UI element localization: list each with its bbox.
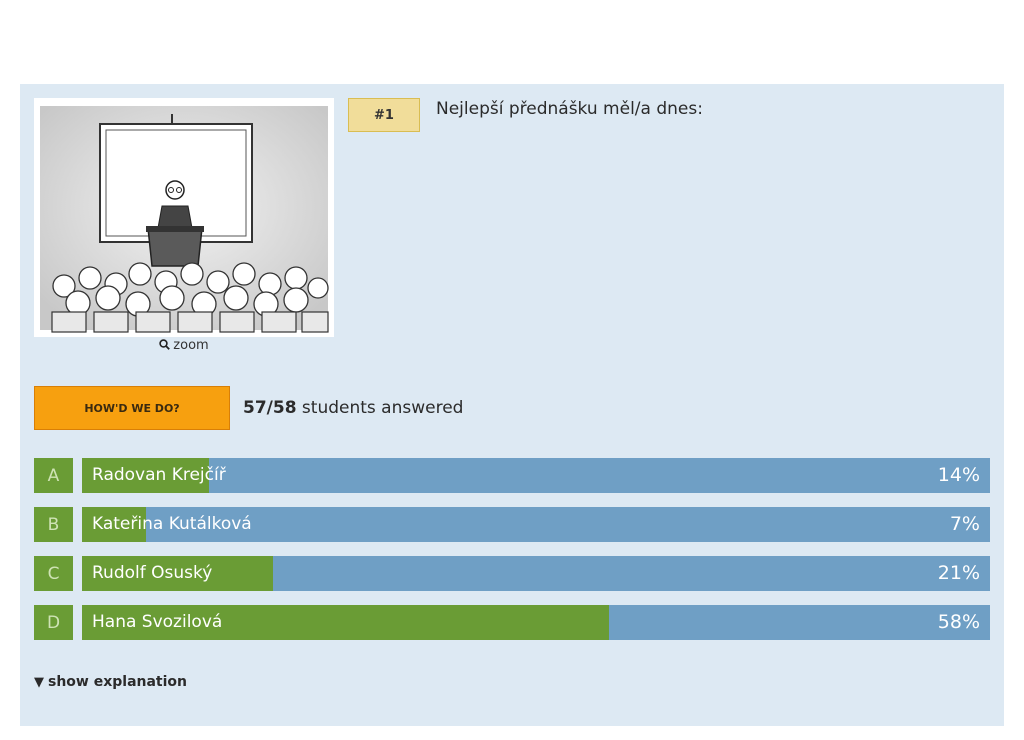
show-explanation-label: show explanation	[48, 674, 188, 690]
option-bar: Hana Svozilová 58%	[82, 605, 990, 640]
howd-we-do-button[interactable]: HOW'D WE DO?	[34, 386, 230, 430]
option-label: Hana Svozilová	[92, 612, 223, 632]
question-number-badge: #1	[348, 98, 420, 132]
option-letter: C	[34, 556, 73, 591]
zoom-link[interactable]: zoom	[34, 338, 334, 353]
option-row-a[interactable]: A Radovan Krejčíř 14%	[34, 458, 990, 493]
howd-we-do-label: HOW'D WE DO?	[84, 401, 180, 415]
option-percent: 14%	[937, 464, 980, 486]
question-number: #1	[374, 107, 394, 123]
lecture-cartoon-image[interactable]	[34, 98, 334, 337]
option-percent: 7%	[949, 513, 980, 535]
option-percent: 21%	[937, 562, 980, 584]
option-letter: D	[34, 605, 73, 640]
answered-summary: 57/58 students answered	[243, 398, 463, 418]
magnifier-icon	[159, 339, 171, 350]
question-text: Nejlepší přednášku měl/a dnes:	[436, 99, 703, 119]
option-row-c[interactable]: C Rudolf Osuský 21%	[34, 556, 990, 591]
question-panel: zoom #1 Nejlepší přednášku měl/a dnes: H…	[20, 84, 1004, 726]
triangle-down-icon: ▼	[34, 675, 44, 690]
option-row-d[interactable]: D Hana Svozilová 58%	[34, 605, 990, 640]
option-letter: A	[34, 458, 73, 493]
option-bar: Rudolf Osuský 21%	[82, 556, 990, 591]
show-explanation-toggle[interactable]: ▼ show explanation	[34, 674, 187, 690]
option-bar: Radovan Krejčíř 14%	[82, 458, 990, 493]
option-bar: Kateřina Kutálková 7%	[82, 507, 990, 542]
answered-count: 57/58	[243, 398, 297, 418]
option-row-b[interactable]: B Kateřina Kutálková 7%	[34, 507, 990, 542]
option-label: Rudolf Osuský	[92, 563, 213, 583]
option-letter: B	[34, 507, 73, 542]
option-label: Radovan Krejčíř	[92, 465, 226, 485]
answered-suffix: students answered	[296, 398, 464, 418]
zoom-label: zoom	[173, 338, 209, 353]
option-label: Kateřina Kutálková	[92, 514, 252, 534]
option-percent: 58%	[937, 611, 980, 633]
